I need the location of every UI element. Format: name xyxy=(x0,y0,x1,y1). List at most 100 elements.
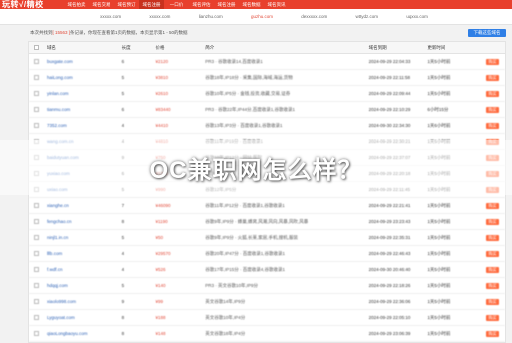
domain-description: PR3 · 谷歌22年,IP44分,百度收录1,谷歌收录1 xyxy=(205,106,296,112)
update-time: 1天5小时前 xyxy=(427,74,451,80)
update-time: 1天5小时前 xyxy=(427,218,451,224)
nav-item[interactable]: 域名资讯 xyxy=(264,0,289,9)
domain-link[interactable]: hdqqj.com xyxy=(45,283,120,288)
domain-link[interactable]: xiaolo998.com xyxy=(45,299,120,304)
domain-length: 8 xyxy=(121,219,125,224)
partner-site-link[interactable]: wttydz.com xyxy=(356,14,379,19)
domain-expire: 2024-09-29 22:11:58 xyxy=(368,75,411,80)
column-header[interactable] xyxy=(29,44,45,51)
partner-sites-bar: xxxxx.com xxxxx.com lianzhu.com guzhu.com de… xyxy=(0,9,512,25)
row-checkbox[interactable] xyxy=(34,74,40,80)
nav-item[interactable]: 一口价 xyxy=(164,0,189,9)
domain-link[interactable]: haiLong.com xyxy=(45,75,120,80)
select-all-checkbox[interactable] xyxy=(34,44,40,50)
domain-price: ¥1190 xyxy=(155,219,168,224)
action-cell: 购买 xyxy=(478,202,505,209)
row-checkbox[interactable] xyxy=(34,58,40,64)
row-checkbox[interactable] xyxy=(34,330,40,336)
buy-button[interactable]: 购买 xyxy=(486,106,500,113)
result-summary: 本次共找到[ 15563 ]条记录，你现在查看第1页的数据，本页显示第1 - 5… xyxy=(30,30,188,36)
domain-price: ¥3810 xyxy=(155,75,168,80)
row-select-cell xyxy=(29,314,45,321)
buy-button[interactable]: 购买 xyxy=(486,298,500,305)
nav-item[interactable]: 域名预订 xyxy=(114,0,139,9)
row-checkbox[interactable] xyxy=(34,202,40,208)
buy-button[interactable]: 购买 xyxy=(486,250,500,257)
buy-button[interactable]: 购买 xyxy=(486,218,500,225)
domain-price: ¥2120 xyxy=(155,59,168,64)
nav-item[interactable]: 域名注册 xyxy=(139,0,164,9)
partner-site-link[interactable]: lianzhu.com xyxy=(199,14,223,19)
action-cell: 购买 xyxy=(478,106,505,113)
nav-item[interactable]: 域名数据 xyxy=(239,0,264,9)
domain-length: 6 xyxy=(121,107,125,112)
site-logo[interactable]: 玩转√/精校 xyxy=(0,0,64,9)
update-time: 1天5小时前 xyxy=(427,282,451,288)
domain-link[interactable]: buxgate.com xyxy=(45,59,120,64)
row-checkbox[interactable] xyxy=(34,266,40,272)
table-row: 7352.com 4 ¥4410 谷歌13年,IP3分 · 百度收录1,谷歌收录1 20… xyxy=(29,118,505,134)
row-select-cell xyxy=(29,218,45,225)
buy-button[interactable]: 购买 xyxy=(486,314,500,321)
row-checkbox[interactable] xyxy=(34,122,40,128)
row-checkbox[interactable] xyxy=(34,218,40,224)
partner-site-link[interactable]: uqxxx.com xyxy=(406,14,428,19)
action-cell: 购买 xyxy=(478,330,505,337)
domain-link[interactable]: 7352.com xyxy=(45,123,120,128)
row-checkbox[interactable] xyxy=(34,314,40,320)
domain-link[interactable]: f.wdf.cn xyxy=(45,267,120,272)
domain-link[interactable]: lllb.com xyxy=(45,251,120,256)
row-checkbox[interactable] xyxy=(34,90,40,96)
domain-expire: 2024-09-29 22:46:43 xyxy=(368,251,411,256)
domain-link[interactable]: xianghe.cn xyxy=(45,203,120,208)
action-cell: 购买 xyxy=(478,234,505,241)
update-time: 1天5小时前 xyxy=(427,330,451,336)
action-cell: 购买 xyxy=(478,90,505,97)
partner-site-link[interactable]: guzhu.com xyxy=(251,14,273,19)
row-select-cell xyxy=(29,122,45,129)
row-checkbox[interactable] xyxy=(34,106,40,112)
download-button[interactable]: 下载这些域名 xyxy=(468,29,506,37)
domain-link[interactable]: fengchao.cn xyxy=(45,219,120,224)
buy-button[interactable]: 购买 xyxy=(486,202,500,209)
domain-length: 5 xyxy=(121,75,125,80)
domain-length: 8 xyxy=(121,315,125,320)
banner-title: OC兼职网怎么样？ xyxy=(149,157,363,184)
buy-button[interactable]: 购买 xyxy=(486,74,500,81)
row-checkbox[interactable] xyxy=(34,282,40,288)
domain-link[interactable]: ninjl1.in.cn xyxy=(45,235,120,240)
partner-site-link[interactable]: dexxxxx.com xyxy=(301,14,327,19)
nav-item[interactable]: 域名拍卖 xyxy=(64,0,89,9)
buy-button[interactable]: 购买 xyxy=(486,58,500,65)
domain-link[interactable]: Lyguyoat.com xyxy=(45,315,120,320)
buy-button[interactable]: 购买 xyxy=(486,330,500,337)
buy-button[interactable]: 购买 xyxy=(486,90,500,97)
domain-description: 英文谷歌18年,IP4分 xyxy=(205,330,246,336)
domain-link[interactable]: yinlan.com xyxy=(45,91,120,96)
action-cell: 购买 xyxy=(478,298,505,305)
update-time: 1天5小时前 xyxy=(427,314,451,320)
buy-button[interactable]: 购买 xyxy=(486,122,500,129)
domain-link[interactable]: tianmu.com xyxy=(45,107,120,112)
domain-length: 8 xyxy=(121,331,125,336)
buy-button[interactable]: 购买 xyxy=(486,282,500,289)
row-checkbox[interactable] xyxy=(34,250,40,256)
nav-item[interactable]: 域名注册 xyxy=(214,0,239,9)
buy-button[interactable]: 购买 xyxy=(486,234,500,241)
column-header: 简介 xyxy=(205,44,215,50)
domain-expire: 2024-09-29 22:35:31 xyxy=(368,235,411,240)
domain-link[interactable]: qiaoLongbaoyu.com xyxy=(45,331,120,336)
column-header: 域名 xyxy=(46,44,56,50)
update-time: 1天5小时前 xyxy=(427,298,451,304)
summary-prefix: 本次共找到 xyxy=(30,30,53,35)
partner-site-link[interactable]: xxxxx.com xyxy=(100,14,121,19)
domain-description: 谷歌18年,IP18分 · 采集,国际,海域,海运,货物 xyxy=(205,74,293,80)
buy-button[interactable]: 购买 xyxy=(486,266,500,273)
partner-site-link[interactable]: xxxxx.com xyxy=(149,14,170,19)
update-time: 1天6小时前 xyxy=(427,122,451,128)
row-checkbox[interactable] xyxy=(34,298,40,304)
row-checkbox[interactable] xyxy=(34,234,40,240)
table-row: yinlan.com 5 ¥2610 谷歌10年,IP5分 · 金钱,投资,收藏,交易… xyxy=(29,86,505,102)
nav-item[interactable]: 域名交易 xyxy=(89,0,114,9)
nav-item[interactable]: 域名评估 xyxy=(189,0,214,9)
